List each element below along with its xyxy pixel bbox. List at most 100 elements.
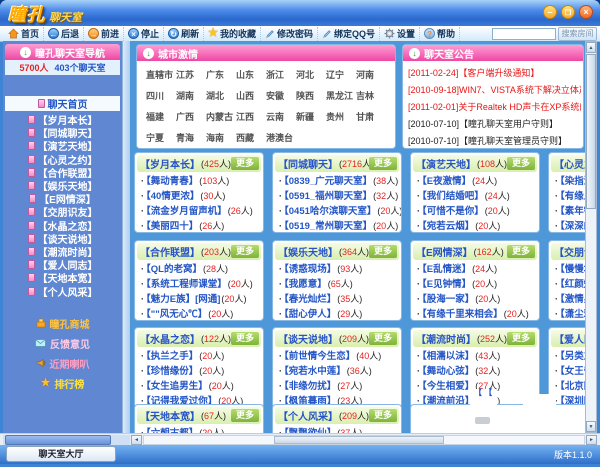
- sidebar-category-item[interactable]: 【交朋识友】: [3, 205, 122, 219]
- category-title[interactable]: 【E网情深】: [416, 244, 473, 259]
- content-vertical-scrollbar[interactable]: [585, 41, 597, 433]
- room-item[interactable]: 【股海一家】(20人): [411, 292, 539, 307]
- room-item[interactable]: 【飘飘欲仙】(37人): [273, 426, 401, 433]
- city-link[interactable]: 宁夏: [146, 131, 176, 144]
- room-item[interactable]: 【0519_常州聊天室】(20人): [273, 219, 401, 232]
- room-item[interactable]: 【春光灿烂】(35人): [273, 292, 401, 307]
- city-link[interactable]: 安徽: [266, 89, 296, 102]
- notice-item[interactable]: [2010-07-10]【瞳孔聊天室用户守则】: [408, 116, 581, 133]
- city-link[interactable]: 海南: [206, 131, 236, 144]
- category-title[interactable]: 【个人风采】: [278, 408, 338, 423]
- category-title[interactable]: 【交朋识友】: [554, 244, 585, 259]
- notice-item[interactable]: [2010-09-18]WIN7、VISTA系统下解决立体声混音: [408, 82, 581, 99]
- city-link[interactable]: 贵州: [326, 110, 356, 123]
- room-item[interactable]: 【我愿意】(65人): [273, 277, 401, 292]
- lobby-tab[interactable]: 聊天室大厅: [6, 446, 116, 462]
- room-item[interactable]: 【系统工程师课堂】(20人): [135, 277, 263, 292]
- room-item[interactable]: 【素年锦: [549, 204, 585, 219]
- horizontal-scroll-thumb[interactable]: [274, 436, 444, 444]
- more-button[interactable]: 更多: [230, 409, 259, 422]
- city-link[interactable]: 新疆: [296, 110, 326, 123]
- room-item[interactable]: 【0839_广元聊天室】(38人): [273, 174, 401, 189]
- more-button[interactable]: 更多: [506, 245, 535, 258]
- city-link[interactable]: 江苏: [176, 68, 206, 81]
- room-item[interactable]: 【珍惜缘份】(20人): [135, 364, 263, 379]
- room-item[interactable]: 【0591_福州聊天室】(32人): [273, 189, 401, 204]
- sidebar-link-feedback[interactable]: 反馈意见: [3, 333, 122, 353]
- category-title[interactable]: 【天地本宽】: [140, 408, 200, 423]
- city-link[interactable]: 山东: [236, 68, 266, 81]
- room-item[interactable]: 【激情男: [549, 292, 585, 307]
- sidebar-link-horn[interactable]: 近期喇叭: [3, 353, 122, 373]
- sidebar-category-item[interactable]: 【娱乐天地】: [3, 179, 122, 193]
- more-button[interactable]: 更多: [506, 157, 535, 170]
- more-button[interactable]: 更多: [368, 245, 397, 258]
- city-link[interactable]: 吉林: [356, 89, 386, 102]
- room-item[interactable]: 【流金岁月留声机】(26人): [135, 204, 263, 219]
- stop-button[interactable]: × 停止: [124, 26, 165, 41]
- sidebar-category-item[interactable]: 【水晶之恋】: [3, 219, 122, 233]
- city-link[interactable]: 青海: [176, 131, 206, 144]
- scroll-up-button[interactable]: [586, 42, 596, 53]
- sidebar-category-item[interactable]: 【合作联盟】: [3, 166, 122, 180]
- room-item[interactable]: 【诱惑现场】(93人): [273, 262, 401, 277]
- room-item[interactable]: 【可惜不是你】(20人): [411, 204, 539, 219]
- room-item[interactable]: 【深深的: [549, 219, 585, 232]
- more-button[interactable]: 更多: [506, 332, 535, 345]
- search-room-button[interactable]: 搜索房间: [558, 27, 597, 41]
- category-title[interactable]: 【同城聊天】: [278, 156, 338, 171]
- sidebar-category-item[interactable]: 【同城聊天】: [3, 126, 122, 140]
- more-button[interactable]: 更多: [368, 157, 397, 170]
- city-link[interactable]: 浙江: [266, 68, 296, 81]
- sidebar-category-item[interactable]: 【天地本宽】: [3, 271, 122, 285]
- sidebar-vertical-scrollbar[interactable]: [122, 41, 130, 433]
- settings-gear-button[interactable]: 设置: [380, 26, 421, 41]
- search-input[interactable]: [492, 28, 556, 40]
- city-link[interactable]: 河南: [356, 68, 386, 81]
- room-item[interactable]: 【非缘勿扰】(27人): [273, 379, 401, 394]
- notice-item[interactable]: [2011-02-01]关于Realtek HD声卡在XP系统的设置: [408, 99, 581, 116]
- room-item[interactable]: 【相濡以沫】(43人): [411, 349, 539, 364]
- city-link[interactable]: 甘肃: [356, 110, 386, 123]
- room-item[interactable]: 【北京同: [549, 379, 585, 394]
- sidebar-horizontal-scrollbar[interactable]: [3, 435, 130, 445]
- forward-button[interactable]: → 前进: [84, 26, 125, 41]
- sidebar-category-item[interactable]: 【爱人同志】: [3, 258, 122, 272]
- room-item[interactable]: 【0451哈尔滨聊天室】(20人): [273, 204, 401, 219]
- room-item[interactable]: 【美丽四十】(26人): [135, 219, 263, 232]
- more-button[interactable]: 更多: [230, 157, 259, 170]
- sidebar-category-item[interactable]: 【心灵之约】: [3, 153, 122, 167]
- sidebar-link-mall[interactable]: 瞳孔商城: [3, 313, 122, 333]
- city-link[interactable]: 山西: [236, 89, 266, 102]
- more-button[interactable]: 更多: [230, 332, 259, 345]
- city-link[interactable]: 河北: [296, 68, 326, 81]
- room-item[interactable]: 【另类之: [549, 349, 585, 364]
- category-title[interactable]: 【合作联盟】: [140, 244, 200, 259]
- room-item[interactable]: 【潇尘雅: [549, 307, 585, 320]
- city-link[interactable]: 陕西: [296, 89, 326, 102]
- room-item[interactable]: 【染指流: [549, 174, 585, 189]
- room-item[interactable]: 【红颜知: [549, 277, 585, 292]
- category-title[interactable]: 【谈天说地】: [278, 331, 338, 346]
- room-item[interactable]: 【QL的老窝】(28人): [135, 262, 263, 277]
- home-button[interactable]: 首页: [4, 26, 45, 41]
- more-button[interactable]: 更多: [230, 245, 259, 258]
- more-button[interactable]: 更多: [368, 332, 397, 345]
- room-item[interactable]: 【慢慢地: [549, 262, 585, 277]
- sidebar-category-item[interactable]: 【E网情深】: [3, 192, 122, 206]
- refresh-button[interactable]: ↻ 刷新: [164, 26, 205, 41]
- category-title[interactable]: 【潮流时尚】: [416, 331, 476, 346]
- room-item[interactable]: 【甜心伊人】(29人): [273, 307, 401, 320]
- category-title[interactable]: 【演艺天地】: [416, 156, 476, 171]
- room-item[interactable]: 【宛若水中莲】(36人): [273, 364, 401, 379]
- city-link[interactable]: 云南: [266, 110, 296, 123]
- sidebar-category-item[interactable]: 【潮流时尚】: [3, 245, 122, 259]
- room-item[interactable]: 【女王帝: [549, 364, 585, 379]
- notice-item[interactable]: [2011-02-24]【客户端升级通知】: [408, 65, 581, 82]
- favorites-star-button[interactable]: ★ 我的收藏: [204, 26, 261, 41]
- bind-qq-button[interactable]: 绑定QQ号: [318, 26, 380, 41]
- room-item[interactable]: 【E乱情迷】(24人): [411, 262, 539, 277]
- room-item[interactable]: 【有缘千里来相会】(20人): [411, 307, 539, 320]
- city-link[interactable]: 港澳台: [266, 131, 296, 144]
- close-button[interactable]: [579, 5, 593, 19]
